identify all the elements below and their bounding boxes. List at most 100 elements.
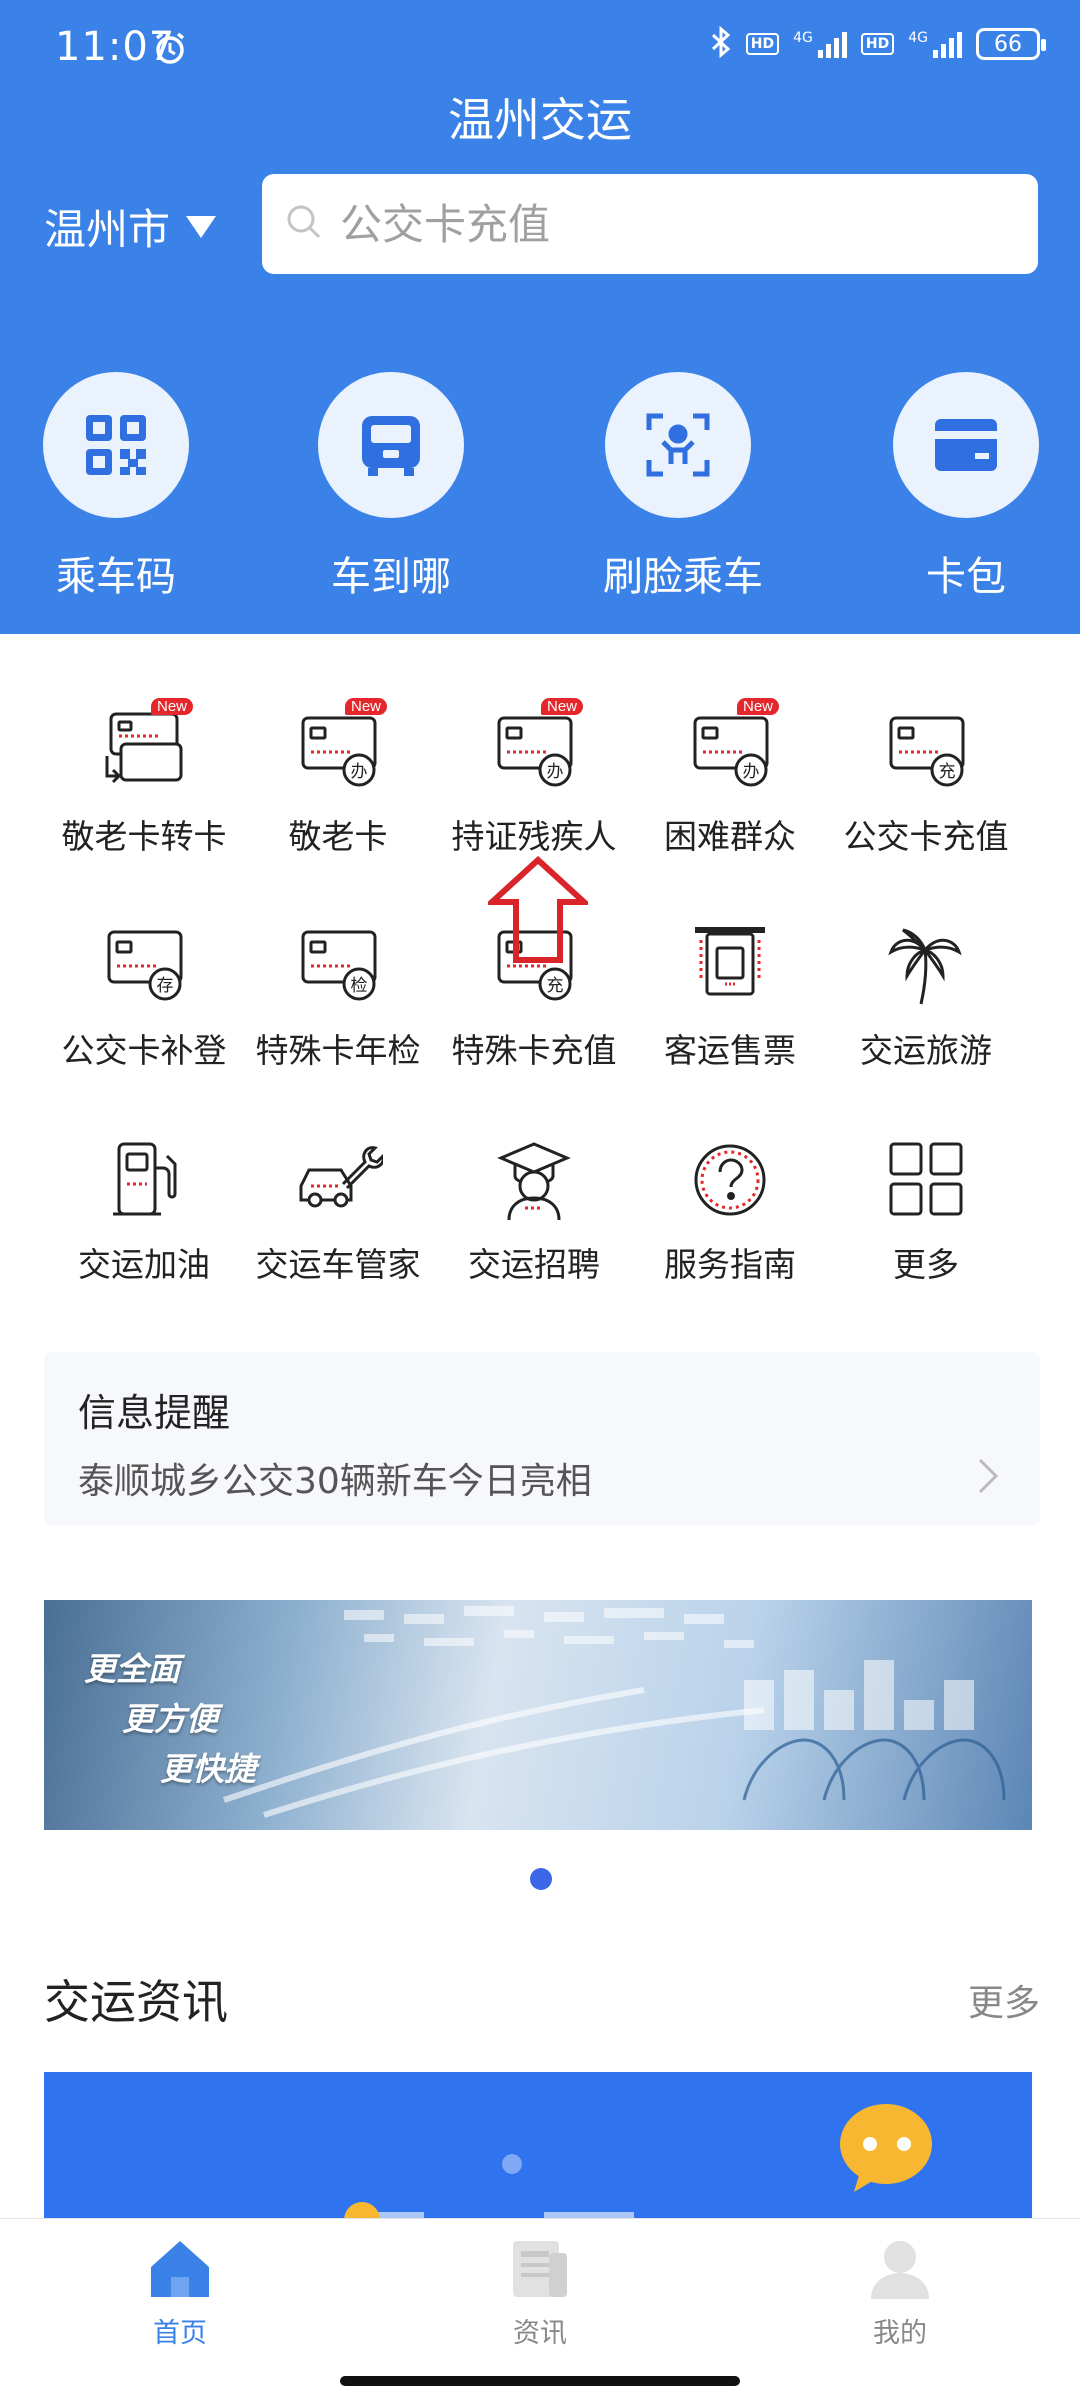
service-more[interactable]: 更多 [828,1134,1024,1286]
service-card-reissue[interactable]: 存 公交卡补登 [46,920,242,1072]
card-apply-icon: 办 New [685,698,779,796]
promo-banner[interactable]: 更全面 更方便 更快捷 [44,1600,1032,1830]
card-transfer-icon: New [99,698,193,796]
quick-action-label: 卡包 [926,554,1006,600]
tab-label: 首页 [153,2318,207,2349]
hd-badge-2: HD [860,33,895,55]
service-label: 交运加油 [78,1245,210,1284]
home-icon [145,2241,215,2307]
new-badge: New [150,698,193,715]
new-badge: New [540,698,583,715]
svg-text:充: 充 [939,762,956,782]
service-label: 公交卡补登 [61,1031,227,1070]
bottom-tab-bar: 首页 资讯 我的 [0,2218,1080,2400]
bluetooth-icon [710,25,732,62]
city-selector[interactable]: 温州市 [44,196,217,257]
service-label: 敬老卡 [288,817,388,856]
news-card-graphic [344,2104,932,2222]
tab-label: 我的 [873,2318,927,2349]
battery-icon: 66 [976,28,1046,60]
ticket-machine-icon [685,920,775,1010]
service-label: 困难群众 [664,817,796,856]
new-badge: New [344,698,387,715]
service-special-card-inspection[interactable]: 检 特殊卡年检 [240,920,436,1072]
banner-line-3: 更快捷 [160,1750,257,1788]
card-wallet-icon [893,372,1039,518]
quick-action-label: 乘车码 [56,554,176,600]
service-label: 交运招聘 [468,1245,600,1284]
hd-badge: HD [745,33,780,55]
service-label: 交运车管家 [255,1245,421,1284]
service-senior-card[interactable]: 办 New 敬老卡 [240,698,436,858]
info-reminder-card[interactable]: 信息提醒 泰顺城乡公交30辆新车今日亮相 [44,1352,1040,1526]
fuel-pump-icon [99,1134,189,1224]
card-recharge-icon: 充 [881,706,971,796]
service-fuel[interactable]: 交运加油 [46,1134,242,1286]
user-icon [865,2241,935,2307]
header: 11:07 HD 4G HD 4G 66 温州交运 温州市 公交卡充值 乘车码 … [0,0,1080,634]
alarm-icon [152,30,188,70]
info-message: 泰顺城乡公交30辆新车今日亮相 [78,1461,592,1502]
service-label: 敬老卡转卡 [61,817,227,856]
svg-text:办: 办 [351,762,368,782]
service-travel[interactable]: 交运旅游 [828,920,1024,1072]
news-section-title: 交运资讯 [44,1975,228,2029]
qr-code-icon [43,372,189,518]
app-title: 温州交运 [448,93,632,147]
bus-icon [318,372,464,518]
dropdown-triangle-icon [186,215,217,238]
service-guide[interactable]: 服务指南 [632,1134,828,1286]
face-scan-icon [605,372,751,518]
service-label: 客运售票 [664,1031,796,1070]
service-label: 公交卡充值 [843,817,1009,856]
tab-home[interactable]: 首页 [100,2233,260,2350]
search-bar[interactable] [262,174,1038,274]
tab-label: 资讯 [513,2318,567,2349]
tab-news[interactable]: 资讯 [460,2233,620,2350]
quick-action-label: 车到哪 [331,554,451,600]
quick-action-ride-code[interactable]: 乘车码 [41,372,191,602]
car-wrench-icon [293,1134,385,1224]
service-recruitment[interactable]: 交运招聘 [436,1134,632,1286]
service-label: 更多 [893,1245,959,1284]
service-bus-ticketing[interactable]: 客运售票 [632,920,828,1072]
help-icon [685,1134,775,1224]
graduate-icon [489,1134,579,1224]
signal-icon-2: 4G [908,30,962,58]
service-label: 交运旅游 [860,1031,992,1070]
service-label: 特殊卡充值 [451,1031,617,1070]
quick-action-face-ride[interactable]: 刷脸乘车 [603,372,763,602]
city-label: 温州市 [44,205,171,254]
service-label: 服务指南 [664,1245,796,1284]
signal-icon: 4G [793,30,847,58]
card-deposit-icon: 存 [99,920,189,1010]
search-icon [284,202,324,246]
card-apply-icon: 办 New [489,698,583,796]
status-icons: HD 4G HD 4G 66 [710,25,1046,62]
quick-action-label: 刷脸乘车 [603,554,763,600]
banner-line-2: 更方便 [122,1700,219,1738]
news-more-link[interactable]: 更多 [968,1974,1040,2026]
service-car-butler[interactable]: 交运车管家 [240,1134,436,1286]
svg-text:办: 办 [547,762,564,782]
new-badge: New [736,698,779,715]
service-label: 特殊卡年检 [255,1031,421,1070]
card-inspect-icon: 检 [293,920,383,1010]
quick-action-where-bus[interactable]: 车到哪 [316,372,466,602]
grid-more-icon [881,1134,971,1224]
news-card[interactable] [44,2072,1032,2222]
service-card-recharge[interactable]: 充 公交卡充值 [828,706,1024,858]
service-needy-card[interactable]: 办 New 困难群众 [632,698,828,858]
svg-text:存: 存 [157,976,174,996]
service-label: 持证残疾人 [451,817,617,856]
service-disabled-card[interactable]: 办 New 持证残疾人 [436,698,632,858]
info-heading: 信息提醒 [78,1391,231,1435]
service-senior-card-transfer[interactable]: New 敬老卡转卡 [46,698,242,858]
home-indicator[interactable] [340,2376,740,2386]
search-input[interactable] [340,199,1000,249]
tab-profile[interactable]: 我的 [820,2233,980,2350]
svg-text:检: 检 [351,976,368,996]
chevron-right-icon [976,1456,1000,1500]
quick-action-card-wallet[interactable]: 卡包 [891,372,1041,602]
carousel-indicator[interactable] [530,1868,552,1890]
